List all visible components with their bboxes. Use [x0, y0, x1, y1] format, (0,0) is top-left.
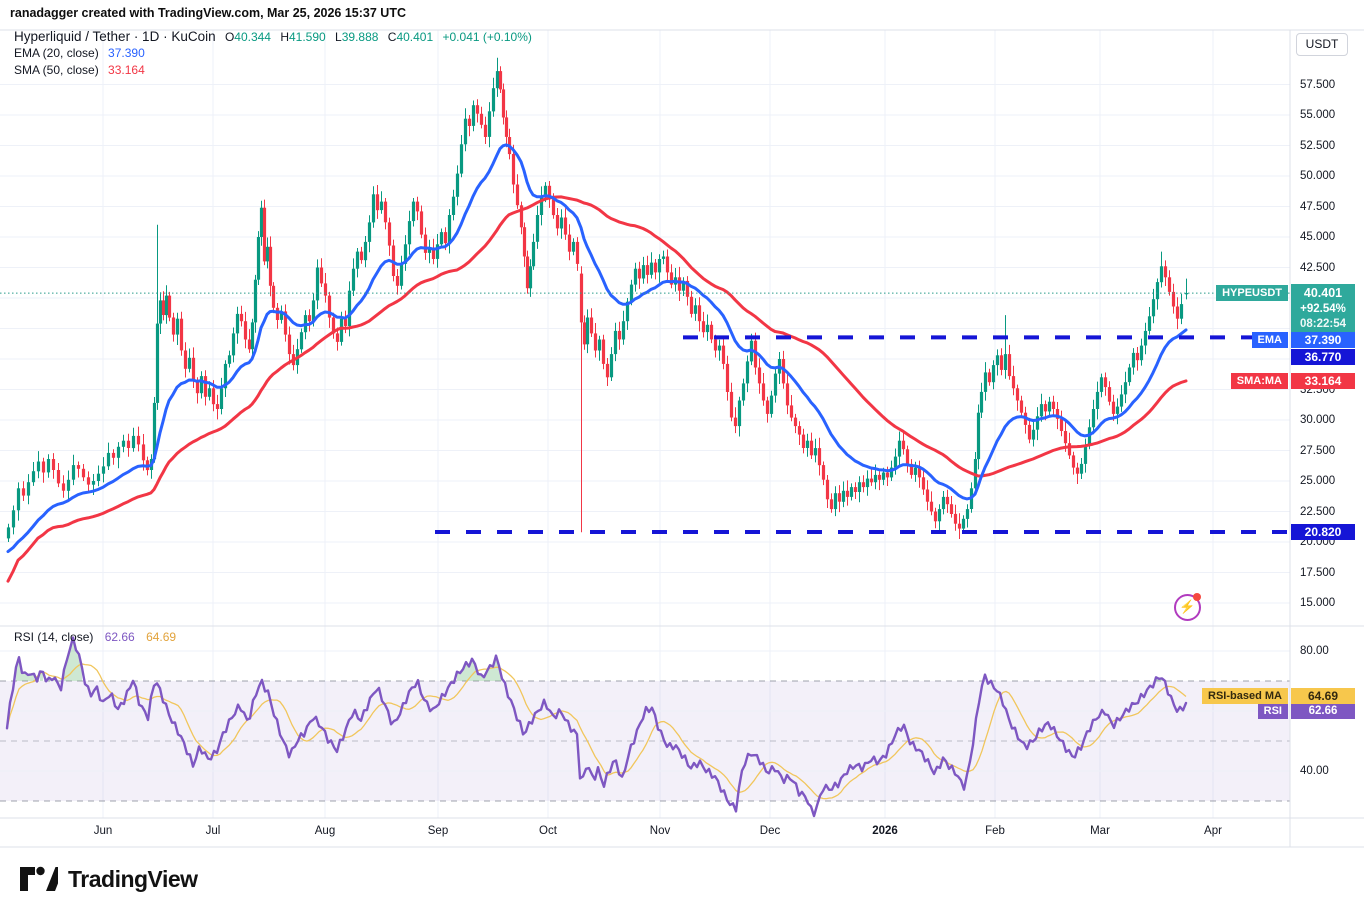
sma-line-label-badge: SMA:MA [1231, 373, 1288, 389]
price-axis-label: 42.500 [1290, 261, 1364, 275]
chart-canvas[interactable] [0, 0, 1364, 912]
lightning-icon: ⚡ [1179, 599, 1195, 614]
ema-label: EMA (20, close) [14, 46, 99, 60]
time-axis-label: Nov [630, 825, 690, 837]
bar-countdown: 08:22:54 [1291, 317, 1355, 332]
ema-line-label-badge: EMA [1252, 332, 1288, 348]
symbol-title: Hyperliquid / Tether · 1D · KuCoin [14, 29, 216, 44]
open-label: O [225, 30, 234, 44]
price-axis-label: 45.000 [1290, 230, 1364, 244]
ema-value: 37.390 [108, 46, 145, 60]
rsi-axis-label: 80.00 [1290, 644, 1364, 658]
sma-value: 33.164 [108, 63, 145, 77]
price-axis-label: 52.500 [1290, 139, 1364, 153]
price-axis-label: 57.500 [1290, 78, 1364, 92]
sma-legend-row[interactable]: SMA (50, close) 33.164 [14, 63, 145, 77]
time-axis-label: Mar [1070, 825, 1130, 837]
support-line-axis-badge: 20.820 [1291, 524, 1355, 540]
sma-axis-badge: 33.164 [1291, 373, 1355, 389]
close-value: 40.401 [396, 30, 433, 44]
change-value: +0.041 (+0.10%) [443, 30, 532, 44]
high-label: H [280, 30, 289, 44]
price-axis-label: 17.500 [1290, 566, 1364, 580]
low-value: 39.888 [342, 30, 379, 44]
open-value: 40.344 [234, 30, 271, 44]
time-axis-label: 2026 [855, 825, 915, 837]
price-axis-label: 30.000 [1290, 413, 1364, 427]
price-axis-label: 50.000 [1290, 169, 1364, 183]
price-axis-label: 27.500 [1290, 444, 1364, 458]
price-axis-label: 15.000 [1290, 596, 1364, 610]
last-price-axis-badge: 40.401 +92.54% 08:22:54 [1291, 284, 1355, 333]
rsi-ma-legend-value: 64.69 [146, 630, 176, 644]
symbol-price-label-badge: HYPEUSDT [1216, 285, 1288, 301]
tradingview-chart-page: ranadagger created with TradingView.com,… [0, 0, 1364, 912]
rsi-axis-label: 40.00 [1290, 764, 1364, 778]
high-value: 41.590 [289, 30, 326, 44]
time-axis-label: Jul [183, 825, 243, 837]
sma-label: SMA (50, close) [14, 63, 99, 77]
tradingview-mark-icon [18, 864, 58, 894]
time-axis-label: Sep [408, 825, 468, 837]
symbol-legend-row[interactable]: Hyperliquid / Tether · 1D · KuCoin O40.3… [14, 29, 532, 44]
rsi-ma-axis-badge: 64.69 [1291, 688, 1355, 704]
rsi-ma-label-badge: RSI-based MA [1202, 688, 1288, 704]
time-axis-label: Aug [295, 825, 355, 837]
time-axis-label: Dec [740, 825, 800, 837]
boost-button[interactable]: ⚡ [1174, 594, 1201, 621]
last-price-value: 40.401 [1291, 285, 1355, 302]
notification-dot-icon [1193, 593, 1201, 601]
price-axis-label: 25.000 [1290, 474, 1364, 488]
rsi-legend-row[interactable]: RSI (14, close) 62.66 64.69 [14, 630, 176, 644]
rsi-axis-badge: 62.66 [1291, 704, 1355, 719]
resistance-line-axis-badge: 36.770 [1291, 349, 1355, 365]
ema-legend-row[interactable]: EMA (20, close) 37.390 [14, 46, 145, 60]
rsi-legend-value: 62.66 [105, 630, 135, 644]
price-axis-label: 22.500 [1290, 505, 1364, 519]
price-axis-label: 47.500 [1290, 200, 1364, 214]
low-label: L [335, 30, 342, 44]
change-percent-value: +92.54% [1291, 302, 1355, 317]
price-axis-label: 55.000 [1290, 108, 1364, 122]
ema-axis-badge: 37.390 [1291, 332, 1355, 348]
time-axis-label: Feb [965, 825, 1025, 837]
rsi-legend-label: RSI (14, close) [14, 630, 93, 644]
rsi-label-badge: RSI [1258, 704, 1288, 719]
currency-unit-button[interactable]: USDT [1296, 33, 1348, 56]
tradingview-logo-text: TradingView [68, 866, 198, 893]
time-axis-label: Apr [1183, 825, 1243, 837]
time-axis-label: Jun [73, 825, 133, 837]
tradingview-logo[interactable]: TradingView [18, 864, 198, 894]
time-axis-label: Oct [518, 825, 578, 837]
